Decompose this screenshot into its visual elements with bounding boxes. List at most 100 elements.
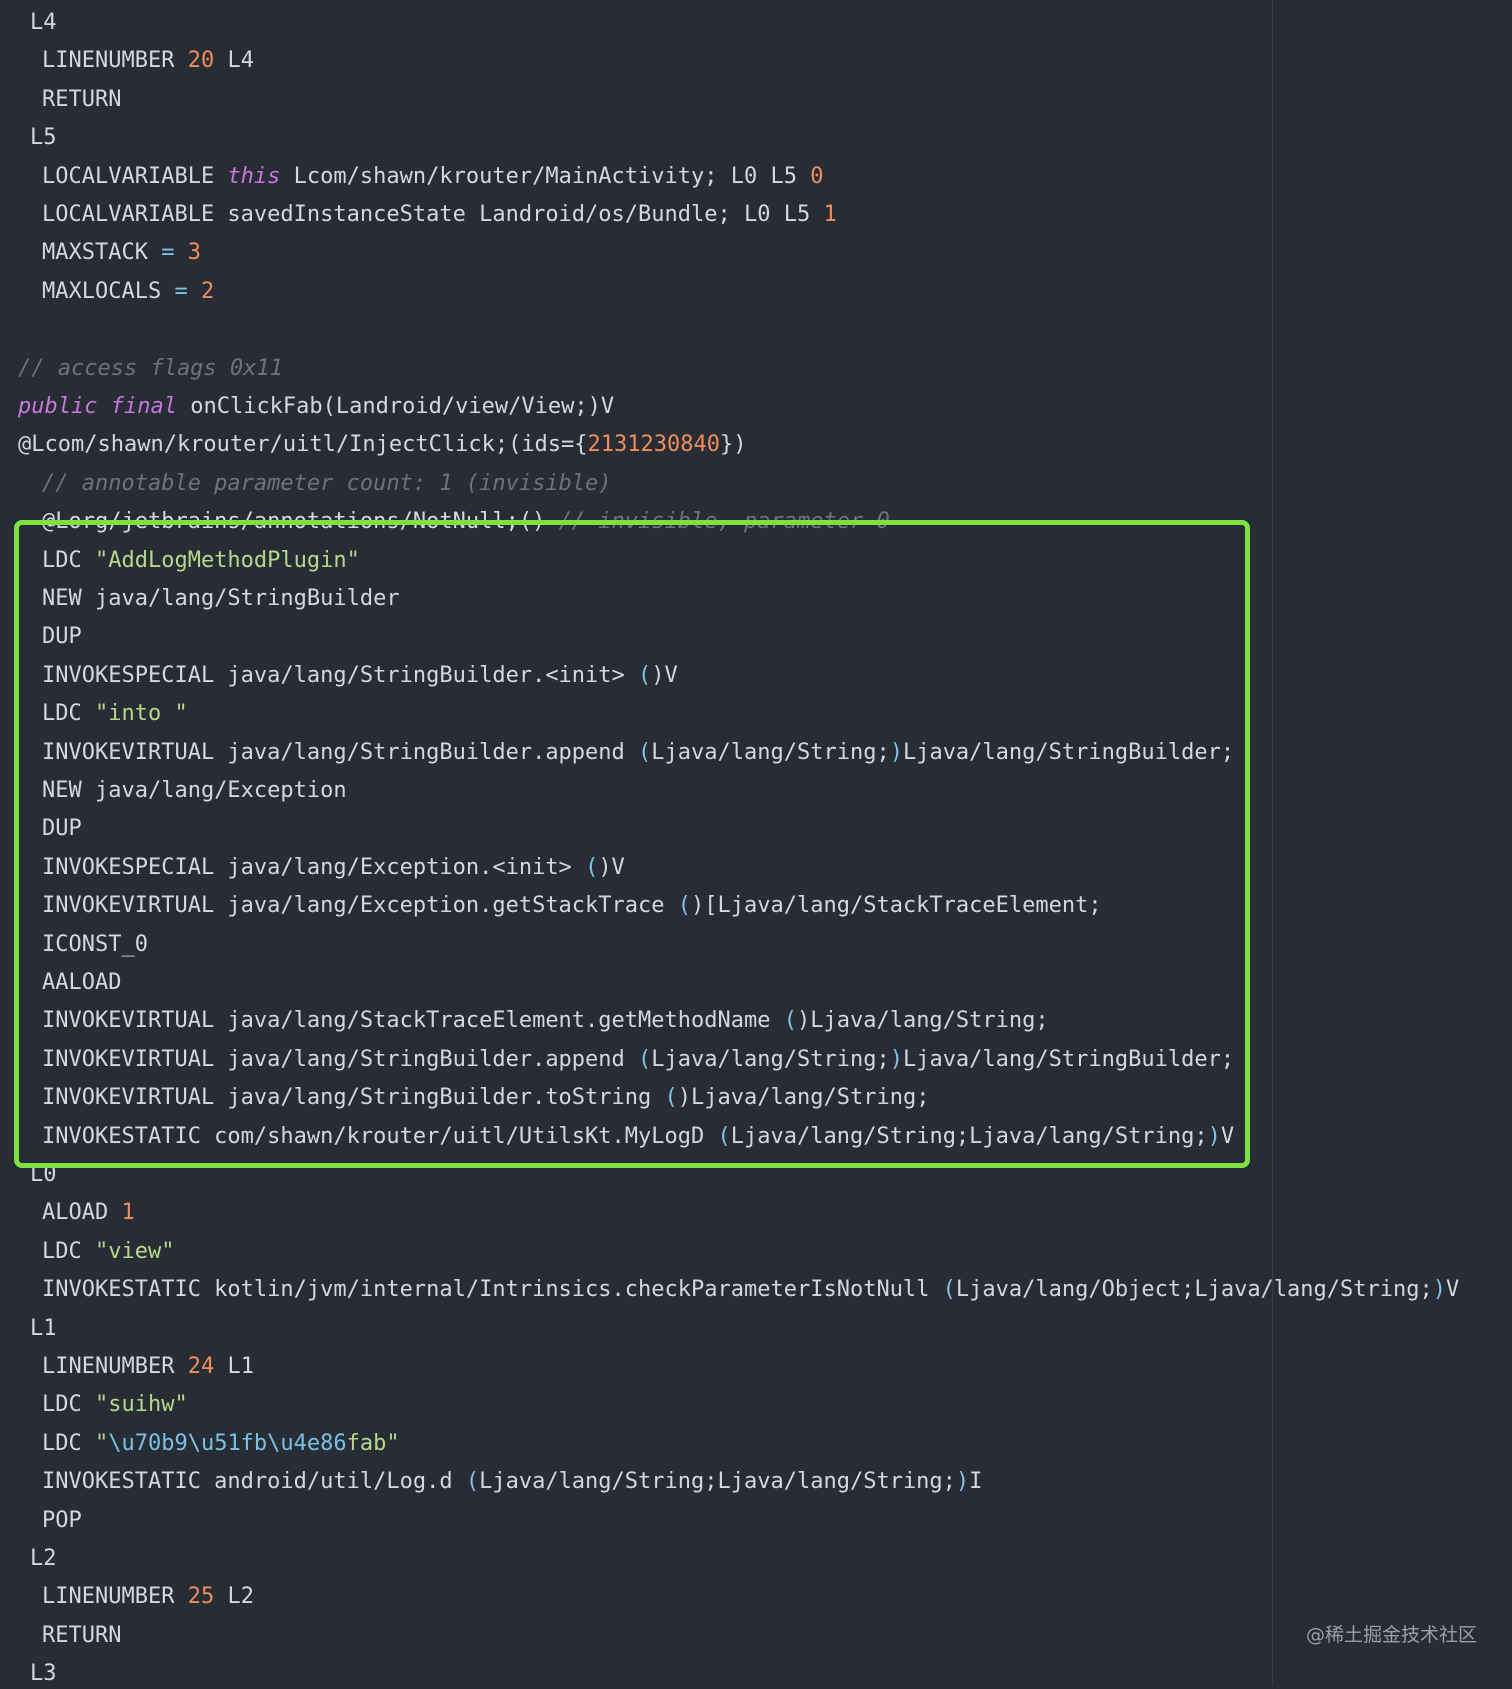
code-line: NEW java/lang/Exception — [42, 776, 347, 806]
code-line: L4 — [30, 8, 57, 38]
code-line: L0 — [30, 1160, 57, 1190]
code-token: "into " — [94, 701, 188, 727]
code-token: INVOKEVIRTUAL java/lang/Exception.getSta… — [42, 893, 678, 919]
code-line: INVOKESPECIAL java/lang/StringBuilder.<i… — [42, 661, 678, 691]
code-token: ( — [638, 1046, 652, 1072]
code-token: ) — [1432, 1277, 1446, 1303]
code-token: LDC — [42, 1430, 95, 1456]
watermark: @稀土掘金技术社区 — [1306, 1624, 1478, 1646]
code-token: }) — [720, 432, 747, 458]
code-token: "AddLogMethodPlugin" — [94, 547, 360, 573]
code-token: \u70b9\u51fb\u4e86 — [108, 1430, 347, 1456]
code-line: NEW java/lang/StringBuilder — [42, 584, 400, 614]
code-token: L1 — [214, 1354, 254, 1379]
code-token: INVOKESTATIC com/shawn/krouter/uitl/Util… — [42, 1123, 718, 1149]
code-token: fab" — [346, 1430, 400, 1456]
code-line: INVOKESTATIC kotlin/jvm/internal/Intrins… — [42, 1275, 1459, 1305]
code-token: ( — [585, 854, 599, 880]
code-token: Ljava/lang/StringBuilder; — [902, 1046, 1235, 1072]
code-line: @Lcom/shawn/krouter/uitl/InjectClick;(id… — [18, 430, 747, 460]
code-line: ICONST_0 — [42, 930, 148, 960]
code-token: @Lorg/jetbrains/annotations/NotNull;() — [42, 509, 559, 535]
code-token: ( — [638, 662, 652, 688]
code-line: LINENUMBER 25 L2 — [42, 1582, 254, 1612]
right-margin-guide — [1272, 0, 1273, 1686]
code-line: ALOAD 1 — [42, 1198, 135, 1228]
code-line: INVOKEVIRTUAL java/lang/StringBuilder.ap… — [42, 738, 1234, 768]
code-token: V — [1220, 1123, 1235, 1149]
code-line: INVOKESTATIC android/util/Log.d (Ljava/l… — [42, 1467, 982, 1497]
code-token: AALOAD — [42, 970, 122, 995]
code-token: L3 — [30, 1661, 57, 1687]
code-line: L5 — [30, 123, 57, 153]
code-token: RETURN — [42, 86, 122, 112]
code-line: L3 — [30, 1659, 57, 1689]
code-token: 20 — [187, 48, 215, 74]
code-token: LOCALVARIABLE savedInstanceState Landroi… — [42, 202, 824, 227]
code-line: INVOKEVIRTUAL java/lang/StackTraceElemen… — [42, 1006, 1049, 1036]
code-line: LDC "into " — [42, 699, 188, 729]
code-line: INVOKESPECIAL java/lang/Exception.<init>… — [42, 853, 625, 883]
code-token: )V — [651, 662, 678, 688]
code-token: ( — [465, 1469, 480, 1495]
code-line: INVOKEVIRTUAL java/lang/Exception.getSta… — [42, 891, 1102, 921]
code-token: LDC — [42, 701, 95, 727]
code-token: ( — [942, 1277, 956, 1303]
code-line: AALOAD — [42, 968, 121, 998]
code-line: // annotable parameter count: 1 (invisib… — [42, 469, 612, 499]
code-token: )V — [598, 854, 625, 880]
code-line: LOCALVARIABLE savedInstanceState Landroi… — [42, 200, 837, 230]
code-token: onClickFab(Landroid/view/View;)V — [176, 394, 615, 419]
code-line: POP — [42, 1506, 82, 1536]
code-line: // access flags 0x11 — [18, 354, 283, 384]
code-token: @Lcom/shawn/krouter/uitl/InjectClick;(id… — [18, 432, 588, 458]
code-token: 3 — [187, 240, 201, 266]
code-token: )[Ljava/lang/StackTraceElement; — [691, 893, 1102, 919]
code-token: L1 — [30, 1315, 57, 1341]
code-token: LDC — [42, 547, 95, 573]
code-token: DUP — [42, 816, 82, 842]
code-line: INVOKESTATIC com/shawn/krouter/uitl/Util… — [42, 1122, 1234, 1152]
code-line: RETURN — [42, 85, 121, 115]
code-token: ( — [638, 739, 652, 765]
code-token: INVOKESTATIC android/util/Log.d — [42, 1469, 466, 1495]
code-token: Ljava/lang/StringBuilder; — [902, 739, 1235, 765]
code-token: public — [18, 394, 98, 419]
code-token: final — [110, 394, 177, 419]
code-token: "view" — [94, 1238, 175, 1264]
code-line: DUP — [42, 622, 82, 652]
code-line: @Lorg/jetbrains/annotations/NotNull;() /… — [42, 507, 890, 537]
code-line: LINENUMBER 24 L1 — [42, 1352, 254, 1382]
code-token: INVOKESPECIAL java/lang/Exception.<init> — [42, 854, 586, 880]
code-token: ALOAD — [42, 1200, 122, 1226]
code-line: LDC "view" — [42, 1237, 174, 1267]
code-token: V — [1446, 1277, 1460, 1303]
code-token: Ljava/lang/String;Ljava/lang/String; — [730, 1123, 1208, 1149]
code-token: L4 — [30, 10, 57, 35]
code-token: DUP — [42, 624, 82, 650]
code-line: INVOKEVIRTUAL java/lang/StringBuilder.ap… — [42, 1045, 1234, 1075]
code-token: ( — [717, 1123, 731, 1149]
code-token: Ljava/lang/String; — [651, 1046, 890, 1072]
code-token: = — [161, 240, 175, 266]
code-token: L2 — [30, 1546, 57, 1571]
code-token: L5 — [30, 125, 57, 151]
code-token: ) — [955, 1469, 970, 1495]
code-token: 24 — [187, 1354, 215, 1379]
code-token: ) — [1207, 1123, 1221, 1149]
code-token: // invisible, parameter 0 — [558, 509, 890, 535]
code-token: ( — [783, 1008, 797, 1034]
code-token: // annotable parameter count: 1 (invisib… — [42, 470, 612, 496]
code-token: ) — [889, 739, 903, 765]
code-token: Ljava/lang/String;Ljava/lang/String; — [479, 1469, 956, 1495]
code-editor[interactable]: L4 LINENUMBER 20 L4 RETURN L5 LOCALVARIABLE … — [0, 0, 1512, 1686]
code-token: 2 — [200, 278, 215, 304]
code-line: LDC "\u70b9\u51fb\u4e86fab" — [42, 1429, 400, 1459]
code-line: DUP — [42, 814, 82, 844]
code-token: LDC — [42, 1392, 95, 1418]
code-token: INVOKESTATIC kotlin/jvm/internal/Intrins… — [42, 1277, 943, 1303]
code-token: ICONST_0 — [42, 931, 148, 957]
